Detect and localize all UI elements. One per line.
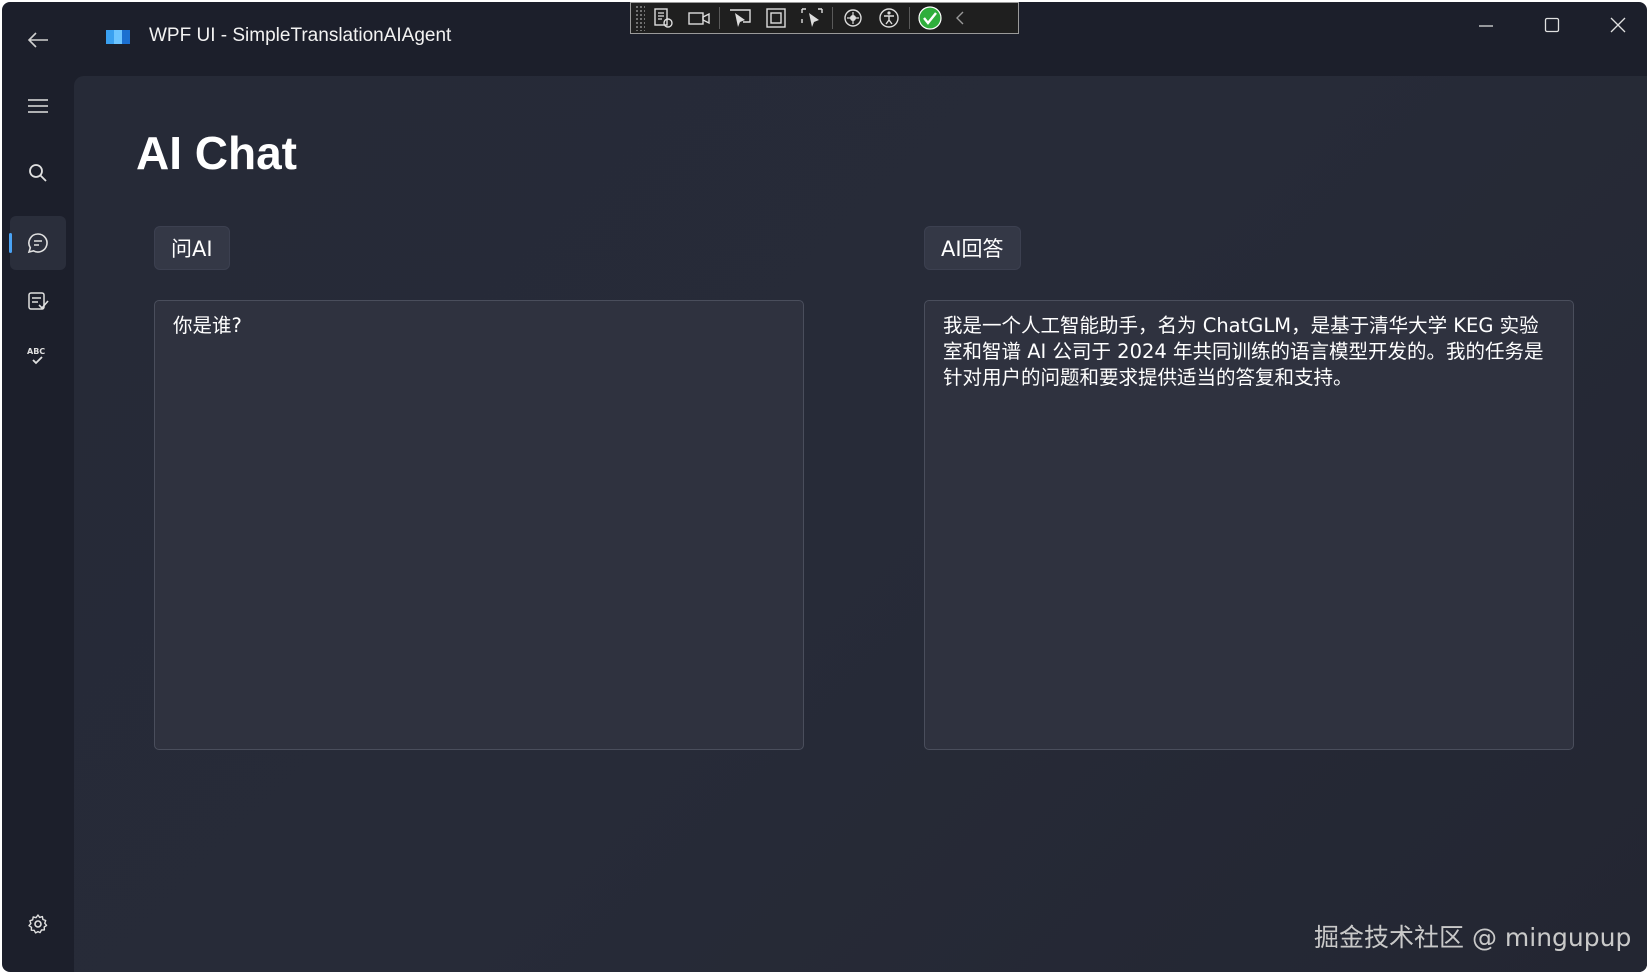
title-bar: WPF UI - SimpleTranslationAIAgent: [2, 2, 1647, 74]
ask-input[interactable]: 你是谁?: [154, 300, 804, 750]
accessibility-icon: [879, 8, 899, 28]
minimize-button[interactable]: [1454, 8, 1518, 42]
close-icon: [1610, 17, 1626, 33]
sidebar: ABC: [2, 74, 74, 972]
translate-icon: [28, 292, 49, 310]
toolbar-separator: [832, 7, 833, 29]
layout-adorners-icon: [766, 8, 786, 28]
hot-reload-icon: [844, 9, 862, 27]
live-visual-tree-icon: [654, 8, 673, 28]
close-button[interactable]: [1586, 8, 1647, 42]
sidebar-item-translate[interactable]: [10, 274, 66, 328]
minimize-icon: [1479, 25, 1493, 27]
toolbar-separator: [719, 7, 720, 29]
sidebar-item-settings[interactable]: [10, 897, 66, 951]
sidebar-item-menu[interactable]: [10, 79, 66, 133]
layout-adorners-button[interactable]: [758, 4, 794, 32]
hamburger-icon: [28, 99, 48, 113]
window-title: WPF UI - SimpleTranslationAIAgent: [149, 25, 452, 46]
toolbar-separator: [909, 7, 910, 29]
app-window: WPF UI - SimpleTranslationAIAgent ABC AI…: [2, 2, 1647, 972]
gear-icon: [28, 914, 48, 934]
spellcheck-icon: ABC: [27, 347, 45, 365]
track-focus-icon: [801, 8, 823, 27]
collapse-toolbar-button[interactable]: [948, 4, 972, 32]
svg-text:ABC: ABC: [27, 347, 45, 356]
maximize-icon: [1544, 17, 1560, 33]
sidebar-item-chat[interactable]: [9, 216, 66, 270]
answer-output[interactable]: 我是一个人工智能助手，名为 ChatGLM，是基于清华大学 KEG 实验室和智谱…: [924, 300, 1574, 750]
page-title: AI Chat: [136, 127, 297, 179]
sidebar-item-spellcheck[interactable]: ABC: [10, 329, 66, 383]
app-logo-icon: [106, 30, 130, 44]
binding-check-button[interactable]: [912, 4, 948, 32]
chevron-left-icon: [956, 11, 964, 25]
main-content: AI Chat 问AI AI回答 你是谁? 我是一个人工智能助手，名为 Chat…: [74, 76, 1647, 972]
ask-ai-button[interactable]: 问AI: [154, 226, 230, 270]
sidebar-item-search[interactable]: [10, 146, 66, 200]
back-arrow-icon: [27, 32, 48, 48]
select-element-icon: [730, 9, 751, 27]
back-button[interactable]: [16, 22, 60, 58]
track-focus-button[interactable]: [794, 4, 830, 32]
chat-icon: [27, 233, 48, 254]
search-icon: [29, 164, 47, 182]
accessibility-button[interactable]: [871, 4, 907, 32]
toolbar-grip[interactable]: [635, 5, 645, 31]
ai-answer-button[interactable]: AI回答: [924, 226, 1021, 270]
select-element-button[interactable]: [722, 4, 758, 32]
watermark: 掘金技术社区 @ mingupup: [1314, 923, 1632, 952]
record-button[interactable]: [681, 4, 717, 32]
record-icon: [688, 12, 710, 25]
debug-toolbar: [630, 2, 1019, 34]
check-circle-icon: [918, 6, 942, 30]
maximize-button[interactable]: [1520, 8, 1584, 42]
live-visual-tree-button[interactable]: [645, 4, 681, 32]
hot-reload-button[interactable]: [835, 4, 871, 32]
